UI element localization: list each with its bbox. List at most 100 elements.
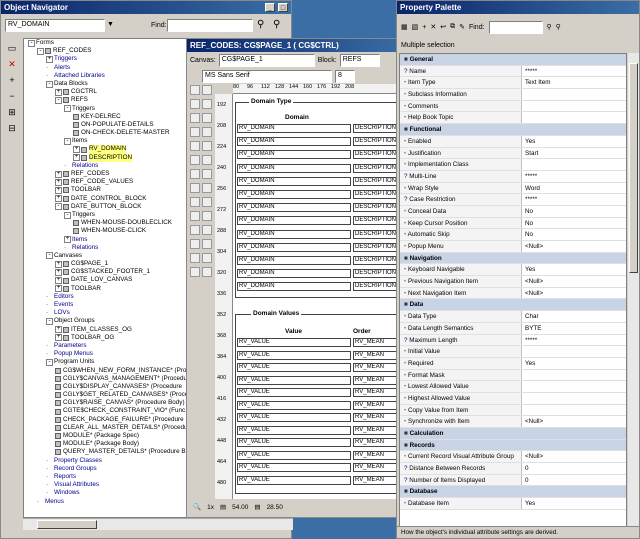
property-category[interactable]: ■ Calculation	[400, 428, 626, 440]
property-value[interactable]: Start	[522, 148, 626, 159]
property-value[interactable]	[522, 89, 626, 100]
property-value[interactable]: *****	[522, 66, 626, 77]
text-item[interactable]: RV_DOMAIN	[237, 203, 351, 213]
property-row[interactable]: • Synchronize with Item <Null>	[400, 416, 626, 428]
text-item[interactable]: RV_DOMAIN	[237, 190, 351, 199]
search-backward-icon[interactable]: ⚲	[273, 19, 280, 30]
property-row[interactable]: ? Maximum Length *****	[400, 334, 626, 347]
property-value[interactable]: <Null>	[522, 451, 626, 462]
open-icon[interactable]: ▭	[5, 42, 19, 54]
property-value[interactable]: No	[522, 206, 626, 217]
property-row[interactable]: • Comments	[400, 100, 626, 113]
navigator-titlebar[interactable]: Object Navigator _ □	[1, 1, 291, 14]
text-item[interactable]: RV_DOMAIN	[237, 282, 351, 292]
search-backward-icon[interactable]: ⚲	[556, 23, 561, 31]
text-item[interactable]: RV_DOMAIN	[237, 124, 351, 133]
collapse-icon[interactable]: −	[5, 90, 19, 102]
paste-properties-icon[interactable]: ▧	[412, 23, 419, 31]
collapse-icon[interactable]: -	[28, 39, 35, 47]
property-value[interactable]: 0	[522, 463, 626, 474]
expand-icon[interactable]: +	[55, 277, 62, 285]
minimize-button[interactable]: _	[265, 3, 275, 12]
add-property-icon[interactable]: +	[422, 24, 426, 31]
text-item[interactable]: RV_VALUE	[237, 338, 351, 347]
property-value[interactable]	[522, 381, 626, 392]
text-item[interactable]: RV_VALUE	[237, 475, 351, 485]
property-value[interactable]: BYTE	[522, 323, 626, 334]
text-item[interactable]: RV_DOMAIN	[237, 137, 351, 147]
property-row[interactable]: ? Distance Between Records 0	[400, 463, 626, 475]
expand-icon[interactable]: +	[55, 195, 62, 203]
palette-tool-icon[interactable]	[190, 155, 200, 165]
property-row[interactable]: • Database Item Yes	[400, 498, 626, 510]
palette-tool-icon[interactable]	[202, 99, 212, 109]
palette-tool-icon[interactable]	[190, 113, 200, 123]
text-item[interactable]: RV_VALUE	[237, 350, 351, 360]
canvas-select[interactable]: CG$PAGE_1	[218, 53, 315, 67]
horizontal-scrollbar[interactable]	[23, 518, 293, 530]
property-row[interactable]: • Data Type Char	[400, 311, 626, 323]
palette-tool-icon[interactable]	[202, 253, 212, 263]
copy-properties-icon[interactable]: ▦	[401, 23, 408, 31]
expand-icon[interactable]: +	[5, 74, 19, 86]
palette-tool-icon[interactable]	[190, 183, 200, 193]
property-value[interactable]: <Null>	[522, 241, 626, 252]
text-item[interactable]: RV_VALUE	[237, 438, 351, 447]
search-forward-icon[interactable]: ⚲	[547, 23, 552, 31]
property-value[interactable]	[522, 112, 626, 123]
palette-tool-icon[interactable]	[202, 85, 212, 95]
property-category[interactable]: ■ Navigation	[400, 252, 626, 265]
expand-icon[interactable]: +	[55, 268, 62, 276]
text-item[interactable]: RV_DOMAIN	[237, 216, 351, 226]
property-row[interactable]: • Automatic Skip No	[400, 229, 626, 241]
text-item[interactable]: RV_DOMAIN	[237, 269, 351, 279]
palette-tool-icon[interactable]	[202, 169, 212, 179]
vertical-scrollbar[interactable]	[628, 53, 639, 527]
property-value[interactable]: Yes	[522, 358, 626, 369]
property-row[interactable]: • Keyboard Navigable Yes	[400, 264, 626, 277]
property-value[interactable]: <Null>	[522, 416, 626, 427]
palette-tool-icon[interactable]	[190, 267, 200, 277]
property-value[interactable]	[522, 393, 626, 404]
property-row[interactable]: ? Multi-Line *****	[400, 170, 626, 183]
text-item[interactable]: RV_DOMAIN	[237, 256, 351, 265]
property-value[interactable]: Text Item	[522, 77, 626, 88]
text-item[interactable]: RV_VALUE	[237, 363, 351, 372]
palette-tool-icon[interactable]	[190, 239, 200, 249]
property-row[interactable]: • Subclass Information	[400, 89, 626, 101]
property-value[interactable]	[522, 101, 626, 112]
collapse-icon[interactable]: -	[46, 252, 53, 260]
expand-all-icon[interactable]: ⊞	[5, 106, 19, 118]
text-item[interactable]: RV_DOMAIN	[237, 176, 351, 186]
palette-tool-icon[interactable]	[202, 211, 212, 221]
intersection-icon[interactable]: ⧉	[450, 23, 455, 31]
property-value[interactable]	[522, 405, 626, 416]
palette-tool-icon[interactable]	[190, 99, 200, 109]
property-row[interactable]: • Current Record Visual Attribute Group <…	[400, 451, 626, 464]
text-item[interactable]: RV_DOMAIN	[237, 229, 351, 239]
expand-icon[interactable]: +	[55, 285, 62, 293]
property-value[interactable]: Word	[522, 183, 626, 194]
collapse-icon[interactable]: -	[46, 80, 53, 88]
palette-titlebar[interactable]: Property Palette	[397, 1, 639, 14]
palette-tool-icon[interactable]	[202, 141, 212, 151]
expand-icon[interactable]: +	[73, 146, 80, 154]
property-category[interactable]: ■ Functional	[400, 124, 626, 136]
expand-icon[interactable]: +	[55, 186, 62, 194]
palette-tool-icon[interactable]	[202, 267, 212, 277]
palette-tool-icon[interactable]	[190, 141, 200, 151]
palette-tool-icon[interactable]	[190, 211, 200, 221]
property-row[interactable]: • Keep Cursor Position No	[400, 217, 626, 230]
property-row[interactable]: • Item Type Text Item	[400, 77, 626, 90]
expand-icon[interactable]: +	[73, 154, 80, 162]
text-item[interactable]: RV_VALUE	[237, 450, 351, 460]
text-item[interactable]: RV_VALUE	[237, 400, 351, 410]
property-category[interactable]: ■ Records	[400, 439, 626, 452]
property-row[interactable]: • Lowest Allowed Value	[400, 381, 626, 393]
property-row[interactable]: • Justification Start	[400, 147, 626, 160]
palette-tool-icon[interactable]	[202, 113, 212, 123]
palette-tool-icon[interactable]	[190, 225, 200, 235]
freeze-icon[interactable]: ✎	[459, 23, 465, 31]
delete-icon[interactable]: ✕	[5, 58, 19, 70]
property-value[interactable]: No	[522, 229, 626, 240]
